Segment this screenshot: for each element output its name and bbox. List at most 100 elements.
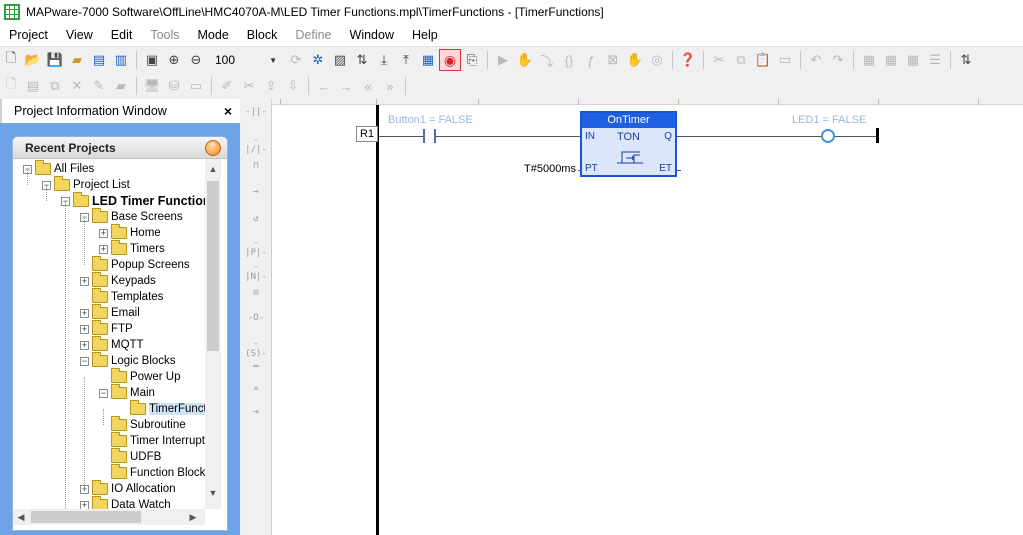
expand-icon[interactable]: + <box>80 340 89 350</box>
download-icon[interactable]: ⤓ <box>373 49 395 71</box>
expand-icon[interactable]: + <box>99 244 108 254</box>
menu-define[interactable]: Define <box>286 24 340 46</box>
list-icon[interactable]: ☰ <box>924 49 946 71</box>
contact-p-icon[interactable]: -|P|- <box>244 238 268 258</box>
document-icon[interactable]: ⎘ <box>461 49 483 71</box>
rung-label[interactable]: R1 <box>356 126 378 142</box>
new-document-icon[interactable]: 🗋 <box>0 75 22 97</box>
output-coil[interactable] <box>821 129 835 143</box>
menu-edit[interactable]: Edit <box>102 24 142 46</box>
timer-preset-value[interactable]: T#5000ms <box>524 163 576 175</box>
tree-item[interactable]: Power Up <box>99 368 181 385</box>
grid-icon[interactable]: ▦ <box>880 49 902 71</box>
document-copy-icon[interactable]: ⧉ <box>44 75 66 97</box>
collapse-icon[interactable]: − <box>99 388 108 398</box>
tree-item[interactable]: − LED Timer Functions <box>61 192 205 209</box>
folder-icon[interactable]: ▰ <box>66 49 88 71</box>
scroll-thumb[interactable] <box>31 511 141 523</box>
zoom-in-icon[interactable]: ⊕ <box>163 49 185 71</box>
zoom-select[interactable]: 100 ▼ <box>211 50 281 70</box>
contact-nc-icon[interactable]: -|/|- <box>244 135 268 155</box>
tree-item[interactable]: Function Blocks <box>99 464 205 481</box>
tree-item[interactable]: + FTP <box>80 320 133 337</box>
tree-item[interactable]: TimerFunctions <box>118 400 205 417</box>
window-icon[interactable]: ▦ <box>417 49 439 71</box>
pen-icon[interactable]: ✐ <box>216 75 238 97</box>
ladder-editor[interactable]: R1 Button1 = FALSE OnTimer TON IN Q PT E… <box>272 99 1023 535</box>
sort-icon[interactable]: ⇅ <box>955 49 977 71</box>
scroll-right-icon[interactable]: ▶ <box>185 509 201 525</box>
database-icon[interactable]: ⛁ <box>163 75 185 97</box>
tree-item[interactable]: − All Files <box>23 160 94 177</box>
scroll-down-icon[interactable]: ▼ <box>205 485 221 501</box>
new-file-icon[interactable]: 🗋 <box>0 49 22 71</box>
image-icon[interactable]: ▨ <box>329 49 351 71</box>
tree-item[interactable]: + Data Watch <box>80 496 171 509</box>
window-icon[interactable]: ▭ <box>185 75 207 97</box>
download-device-icon[interactable]: ▤ <box>88 49 110 71</box>
double-right-icon[interactable]: » <box>379 75 401 97</box>
brace-icon[interactable]: {} <box>558 49 580 71</box>
arrow-left-icon[interactable]: ← <box>313 75 335 97</box>
upload-icon[interactable]: ⤒ <box>395 49 417 71</box>
contact-no-icon[interactable]: -||- <box>244 107 268 121</box>
scroll-thumb[interactable] <box>207 181 219 351</box>
export-icon[interactable]: ⇪ <box>260 75 282 97</box>
timer-function-block[interactable]: OnTimer TON IN Q PT ET <box>580 111 677 177</box>
grid-icon[interactable]: ▦ <box>902 49 924 71</box>
undo-icon[interactable]: ↶ <box>805 49 827 71</box>
step-icon[interactable]: ⤵ <box>536 49 558 71</box>
copy-icon[interactable]: ⧉ <box>730 49 752 71</box>
tree-item[interactable]: − Main <box>99 384 155 401</box>
tree-item[interactable]: UDFB <box>99 448 161 465</box>
arrow-right-icon[interactable]: → <box>335 75 357 97</box>
folder-icon[interactable]: ▰ <box>110 75 132 97</box>
tree-item[interactable]: + Home <box>99 224 161 241</box>
tree-item[interactable]: − Project List <box>42 176 130 193</box>
tree-item[interactable]: − Base Screens <box>80 208 183 225</box>
delete-icon[interactable]: ▭ <box>774 49 796 71</box>
coil-set-icon[interactable]: -(S)- <box>244 339 268 359</box>
monitor-icon[interactable]: 🖥 <box>141 75 163 97</box>
help-icon[interactable]: ❓ <box>677 49 699 71</box>
scroll-up-icon[interactable]: ▲ <box>205 161 221 177</box>
tree-item[interactable]: Subroutine <box>99 416 186 433</box>
jump-icon[interactable]: » <box>244 384 268 398</box>
menu-tools[interactable]: Tools <box>141 24 188 46</box>
close-icon[interactable]: ✕ <box>66 75 88 97</box>
menu-block[interactable]: Block <box>238 24 287 46</box>
upload-device-icon[interactable]: ▥ <box>110 49 132 71</box>
grid-icon[interactable]: ▦ <box>858 49 880 71</box>
branch-icon[interactable]: ⊓ <box>244 161 268 175</box>
tree-item[interactable]: Templates <box>80 288 163 305</box>
tree-item[interactable]: + Timers <box>99 240 165 257</box>
menu-help[interactable]: Help <box>403 24 447 46</box>
expand-icon[interactable]: + <box>80 308 89 318</box>
contact-label[interactable]: Button1 = FALSE <box>388 114 473 126</box>
tree-item[interactable]: + Email <box>80 304 140 321</box>
vertical-scrollbar[interactable]: ▲ ▼ <box>205 159 221 509</box>
refresh-icon[interactable]: ⟳ <box>285 49 307 71</box>
run-icon[interactable]: ▶ <box>492 49 514 71</box>
zoom-out-icon[interactable]: ⊖ <box>185 49 207 71</box>
transfer-icon[interactable]: ⇅ <box>351 49 373 71</box>
box-icon[interactable]: ⊡ <box>244 288 268 302</box>
scroll-left-icon[interactable]: ◀ <box>13 509 29 525</box>
tree-item[interactable]: + Keypads <box>80 272 156 289</box>
cut-icon[interactable]: ✂ <box>708 49 730 71</box>
menu-window[interactable]: Window <box>341 24 403 46</box>
collapse-icon[interactable]: − <box>80 356 89 366</box>
menu-project[interactable]: Project <box>0 24 57 46</box>
tree-item[interactable]: Timer Interrupt <box>99 432 205 449</box>
hline-icon[interactable]: ═ <box>244 362 268 376</box>
close-icon[interactable]: × <box>224 103 232 119</box>
paste-icon[interactable]: 📋 <box>752 49 774 71</box>
collapse-icon[interactable]: ⌃ <box>205 139 221 156</box>
tree-item[interactable]: Popup Screens <box>80 256 190 273</box>
hand-tool-icon[interactable]: ✋ <box>624 49 646 71</box>
record-stop-icon[interactable]: ◉ <box>439 49 461 71</box>
settings-gear-icon[interactable]: ✲ <box>307 49 329 71</box>
stack-icon[interactable]: ▤ <box>22 75 44 97</box>
horizontal-scrollbar[interactable]: ◀ ▶ <box>13 509 205 525</box>
scissors-icon[interactable]: ✂ <box>238 75 260 97</box>
